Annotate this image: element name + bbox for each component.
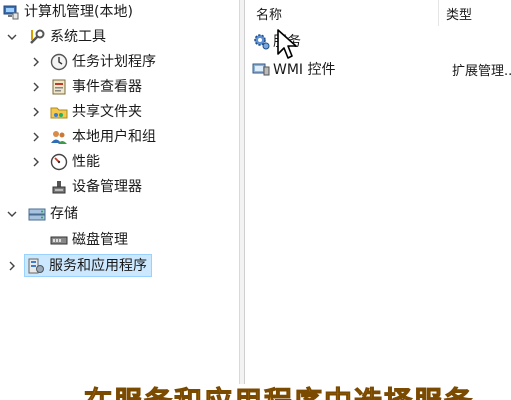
chevron-down-icon[interactable]: [6, 31, 18, 43]
tree-item-label: 系统工具: [50, 28, 106, 45]
column-header-label: 类型: [446, 7, 473, 23]
caption-text: 在服务和应用程序中选择服务: [83, 384, 474, 400]
shared-folders-icon: [50, 103, 68, 121]
chevron-right-icon[interactable]: [30, 156, 42, 168]
column-header-label: 名称: [256, 7, 283, 23]
event-viewer-icon: [50, 78, 68, 96]
tree-item-storage[interactable]: 存储: [6, 202, 78, 225]
tree-item-label: 设备管理器: [72, 178, 142, 195]
device-manager-icon: [50, 178, 68, 196]
video-caption: 在服务和应用程序中选择服务: [0, 384, 511, 400]
tree-item-label: 共享文件夹: [72, 103, 142, 120]
computer-management-icon: [2, 3, 20, 21]
list-item-type: 扩展管理...: [452, 63, 511, 79]
tree-item-local-users[interactable]: 本地用户和组: [30, 125, 156, 148]
selected-highlight: 服务和应用程序: [24, 254, 152, 277]
console-tree: 计算机管理(本地) 系统工具 任务计划程序 事件查看器 共享文件夹 本地用户和组…: [0, 0, 238, 400]
tree-item-task-scheduler[interactable]: 任务计划程序: [30, 50, 156, 73]
pane-splitter[interactable]: [238, 0, 246, 400]
chevron-right-icon[interactable]: [30, 56, 42, 68]
disk-management-icon: [50, 231, 68, 249]
tree-root[interactable]: 计算机管理(本地): [2, 0, 133, 23]
tree-item-label: 事件查看器: [72, 78, 142, 95]
tree-item-services-apps[interactable]: 服务和应用程序: [6, 254, 152, 277]
services-apps-icon: [27, 257, 45, 275]
column-divider[interactable]: [438, 0, 439, 26]
tree-item-performance[interactable]: 性能: [30, 150, 100, 173]
system-tools-icon: [28, 28, 46, 46]
tree-item-label: 本地用户和组: [72, 128, 156, 145]
tree-item-label: 性能: [72, 153, 100, 170]
tree-item-system-tools[interactable]: 系统工具: [6, 25, 106, 48]
services-gear-icon: [252, 32, 270, 50]
mouse-cursor-icon: [276, 28, 298, 64]
tree-item-device-manager[interactable]: 设备管理器: [50, 175, 142, 198]
storage-icon: [28, 205, 46, 223]
tree-root-label: 计算机管理(本地): [24, 3, 133, 20]
chevron-down-icon[interactable]: [6, 208, 18, 220]
tree-item-label: 存储: [50, 205, 78, 222]
tree-item-label: 任务计划程序: [72, 53, 156, 70]
local-users-icon: [50, 128, 68, 146]
tree-item-shared-folders[interactable]: 共享文件夹: [30, 100, 142, 123]
tree-item-label: 磁盘管理: [72, 231, 128, 248]
column-header-name[interactable]: 名称: [256, 0, 282, 26]
task-scheduler-icon: [50, 53, 68, 71]
wmi-control-icon: [252, 60, 270, 78]
column-header-type[interactable]: 类型: [446, 0, 472, 26]
chevron-right-icon[interactable]: [6, 260, 18, 272]
tree-item-label: 服务和应用程序: [49, 257, 147, 274]
chevron-right-icon[interactable]: [30, 106, 42, 118]
performance-icon: [50, 153, 68, 171]
chevron-right-icon[interactable]: [30, 81, 42, 93]
tree-item-event-viewer[interactable]: 事件查看器: [30, 75, 142, 98]
chevron-right-icon[interactable]: [30, 131, 42, 143]
tree-item-disk-management[interactable]: 磁盘管理: [50, 228, 128, 251]
